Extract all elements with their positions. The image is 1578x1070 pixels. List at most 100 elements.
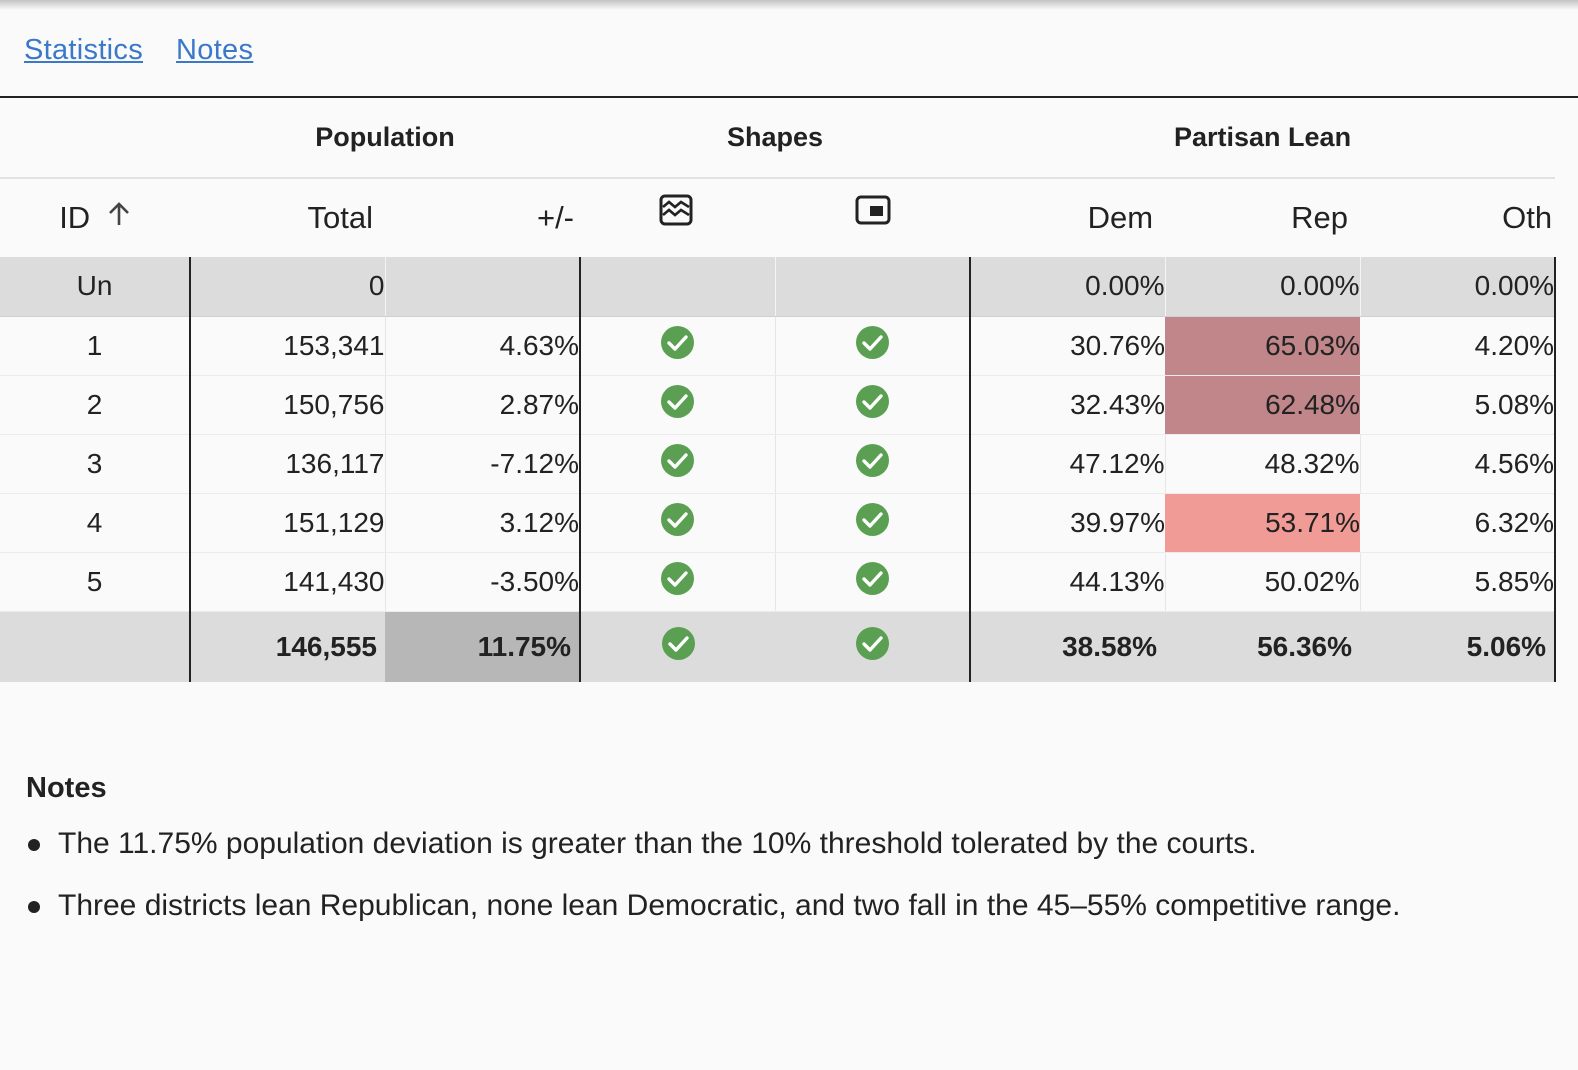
column-header-deviation[interactable]: +/- <box>385 178 580 257</box>
cell-dem: 32.43% <box>970 375 1166 435</box>
note-text: The 11.75% population deviation is great… <box>58 827 1257 860</box>
tab-bar: Statistics Notes <box>24 30 253 70</box>
column-header-compactness[interactable] <box>580 178 775 257</box>
cell-deviation: -3.50% <box>384 552 582 612</box>
bullet-icon <box>28 901 40 913</box>
check-circle-icon <box>855 561 890 596</box>
contiguity-square-icon <box>855 195 891 233</box>
cell-contiguity <box>774 375 972 435</box>
cell-contiguity <box>774 434 972 494</box>
cell-dem: 47.12% <box>970 434 1166 494</box>
compactness-wave-icon <box>659 194 693 234</box>
cell-id: 2 <box>0 375 191 435</box>
cell-dem: 30.76% <box>970 316 1166 376</box>
cell-deviation-max: 11.75% <box>385 611 582 682</box>
table-row[interactable]: 2 150,756 2.87% 32.43% 62.48% 5.08% <box>0 375 1557 435</box>
cell-compactness <box>580 257 776 317</box>
cell-contiguity <box>774 552 972 612</box>
column-header-oth[interactable]: Oth <box>1360 178 1555 257</box>
list-item: The 11.75% population deviation is great… <box>26 813 1546 875</box>
cell-compactness <box>580 552 776 612</box>
group-header-blank <box>0 98 190 179</box>
cell-compactness <box>580 493 776 553</box>
cell-rep: 50.02% <box>1164 552 1361 612</box>
table-row-unassigned[interactable]: Un 0 0.00% 0.00% 0.00% <box>0 257 1557 317</box>
cell-total: 141,430 <box>190 552 385 612</box>
cell-rep: 48.32% <box>1164 434 1361 494</box>
column-header-id-label: ID <box>59 200 91 235</box>
check-circle-icon <box>660 502 695 537</box>
cell-rep: 56.36% <box>1165 611 1361 682</box>
table-row-totals: 146,555 11.75% 38.58% 56.36% 5.06% <box>0 611 1557 682</box>
cell-deviation: 4.63% <box>384 316 582 376</box>
check-circle-icon <box>660 384 695 419</box>
table-row[interactable]: 4 151,129 3.12% 39.97% 53.71% 6.32% <box>0 493 1557 553</box>
cell-id <box>0 611 191 682</box>
cell-compactness <box>580 375 776 435</box>
check-circle-icon <box>855 502 890 537</box>
tab-statistics[interactable]: Statistics <box>24 34 143 67</box>
cell-compactness <box>580 316 776 376</box>
check-circle-icon <box>660 561 695 596</box>
cell-oth: 4.20% <box>1360 316 1557 376</box>
cell-deviation <box>384 257 582 317</box>
column-header-id[interactable]: ID <box>0 178 190 257</box>
cell-dem: 39.97% <box>970 493 1166 553</box>
cell-oth: 5.85% <box>1359 552 1557 612</box>
cell-total: 0 <box>190 257 385 317</box>
cell-id: Un <box>0 257 191 317</box>
cell-compactness <box>580 611 776 682</box>
cell-contiguity <box>775 611 972 682</box>
cell-oth: 5.06% <box>1360 611 1557 682</box>
cell-oth: 4.56% <box>1359 434 1557 494</box>
table-row[interactable]: 5 141,430 -3.50% 44.13% 50.02% 5.85% <box>0 552 1557 612</box>
table-row[interactable]: 1 153,341 4.63% 30.76% 65.03% 4.20% <box>0 316 1557 376</box>
cell-deviation: 3.12% <box>384 493 582 553</box>
cell-deviation: 2.87% <box>384 375 582 435</box>
tab-notes[interactable]: Notes <box>176 34 253 67</box>
cell-total: 153,341 <box>190 316 385 376</box>
check-circle-icon <box>855 443 890 478</box>
cell-id: 4 <box>0 493 191 553</box>
cell-oth: 5.08% <box>1360 375 1557 435</box>
column-header-total[interactable]: Total <box>190 178 385 257</box>
cell-id: 3 <box>0 434 191 494</box>
cell-id: 5 <box>0 552 191 612</box>
notes-title: Notes <box>26 772 107 804</box>
column-header-contiguity[interactable] <box>775 178 970 257</box>
check-circle-icon <box>660 325 695 360</box>
check-circle-icon <box>855 626 890 661</box>
group-header-shapes: Shapes <box>580 98 971 179</box>
note-text: Three districts lean Republican, none le… <box>58 889 1401 922</box>
cell-rep: 0.00% <box>1164 257 1361 317</box>
cell-id: 1 <box>0 316 191 376</box>
check-circle-icon <box>855 384 890 419</box>
cell-dem: 38.58% <box>970 611 1166 682</box>
bullet-icon <box>28 839 40 851</box>
cell-rep: 53.71% <box>1165 493 1361 553</box>
statistics-table: Population Shapes Partisan Lean ID Total… <box>0 98 1557 682</box>
group-header-population: Population <box>190 98 581 179</box>
cell-dem: 0.00% <box>970 257 1166 317</box>
cell-contiguity <box>774 257 972 317</box>
cell-oth: 0.00% <box>1359 257 1557 317</box>
cell-total: 151,129 <box>190 493 385 553</box>
cell-total-average: 146,555 <box>190 611 385 682</box>
cell-oth: 6.32% <box>1360 493 1557 553</box>
cell-contiguity <box>774 316 972 376</box>
check-circle-icon <box>660 443 695 478</box>
top-shadow <box>0 0 1578 10</box>
column-header-dem[interactable]: Dem <box>970 178 1165 257</box>
cell-deviation: -7.12% <box>384 434 582 494</box>
cell-compactness <box>580 434 776 494</box>
check-circle-icon <box>661 626 696 661</box>
group-header-partisan-lean: Partisan Lean <box>970 98 1556 179</box>
sort-arrow-up-icon[interactable] <box>107 199 131 235</box>
cell-rep: 62.48% <box>1165 375 1361 435</box>
cell-dem: 44.13% <box>970 552 1166 612</box>
column-header-rep[interactable]: Rep <box>1165 178 1360 257</box>
table-row[interactable]: 3 136,117 -7.12% 47.12% 48.32% 4.56% <box>0 434 1557 494</box>
cell-contiguity <box>774 493 972 553</box>
check-circle-icon <box>855 325 890 360</box>
notes-section: Notes The 11.75% population deviation is… <box>26 772 1546 937</box>
